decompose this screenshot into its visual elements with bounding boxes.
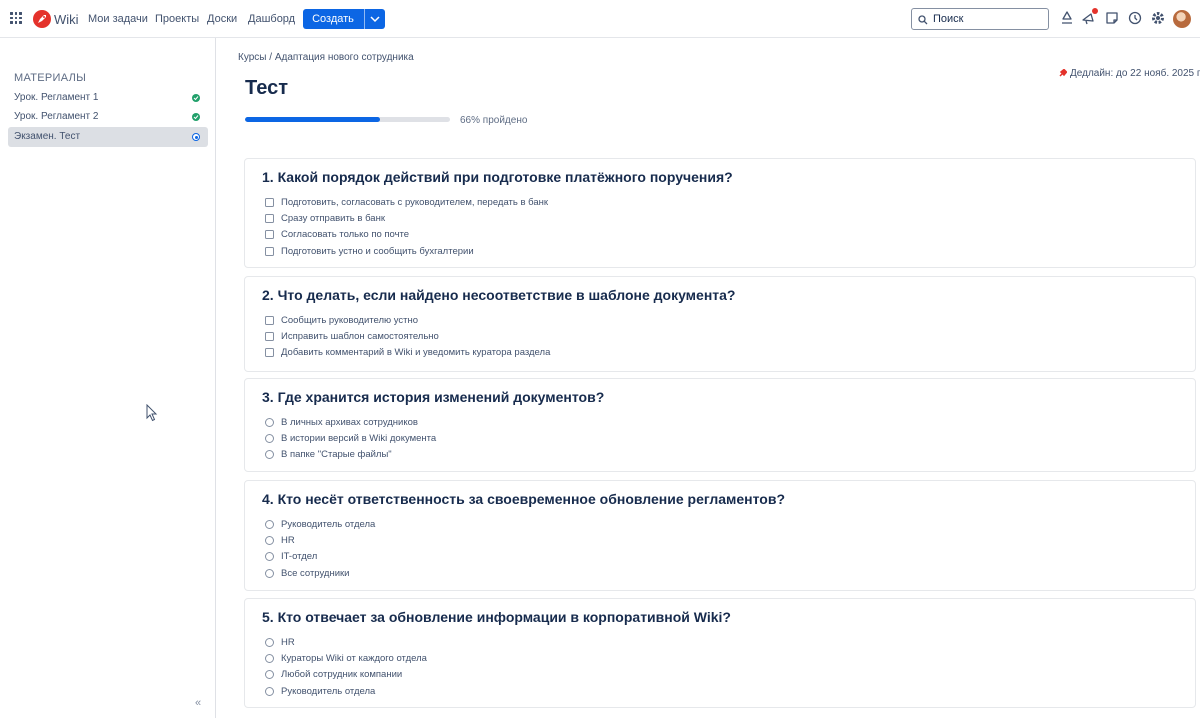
option-label: Руководитель отдела (281, 686, 376, 697)
avatar[interactable] (1173, 10, 1191, 28)
sidebar-item-label: Урок. Регламент 1 (14, 92, 99, 103)
radio-button[interactable] (265, 654, 274, 663)
checkbox[interactable] (265, 332, 274, 341)
radio-button[interactable] (265, 520, 274, 529)
check-circle-icon (192, 94, 200, 102)
radio-button[interactable] (265, 552, 274, 561)
option-label: Сразу отправить в банк (281, 213, 385, 224)
deadline-text: Дедлайн: до 22 нояб. 2025 г. (1070, 68, 1200, 79)
nav-projects[interactable]: Проекты (155, 13, 199, 25)
brand-name[interactable]: Wiki (54, 12, 79, 27)
radio-button[interactable] (265, 418, 274, 427)
option-label: Руководитель отдела (281, 519, 376, 530)
question-card: 1. Какой порядок действий при подготовке… (244, 158, 1196, 268)
option-label: Сообщить руководителю устно (281, 315, 419, 326)
option-label: IT-отдел (281, 551, 318, 562)
option-label: Кураторы Wiki от каждого отдела (281, 653, 427, 664)
notes-icon[interactable] (1104, 10, 1120, 26)
sidebar-item-lesson-2[interactable]: Урок. Регламент 2 (8, 107, 208, 127)
pin-icon (1059, 69, 1067, 77)
option-label: Согласовать только по почте (281, 229, 410, 240)
megaphone-icon[interactable] (1081, 8, 1098, 26)
question-title: 1. Какой порядок действий при подготовке… (262, 169, 733, 185)
option-label: В папке "Старые файлы" (281, 449, 392, 460)
question-card: 5. Кто отвечает за обновление информации… (244, 598, 1196, 708)
recycle-icon[interactable] (1059, 10, 1075, 26)
radio-button[interactable] (265, 536, 274, 545)
search-placeholder: Поиск (933, 13, 964, 25)
page-title: Тест (245, 77, 288, 99)
option-label: Добавить комментарий в Wiki и уведомить … (281, 347, 551, 358)
radio-button[interactable] (265, 569, 274, 578)
sidebar-title: МАТЕРИАЛЫ (14, 72, 87, 84)
breadcrumb: Курсы / Адаптация нового сотрудника (238, 52, 414, 63)
radio-button[interactable] (265, 687, 274, 696)
create-button-group: Создать (303, 9, 385, 29)
create-dropdown-button[interactable] (364, 9, 385, 29)
checkbox[interactable] (265, 230, 274, 239)
history-icon[interactable] (1127, 10, 1143, 26)
question-title: 3. Где хранится история изменений докуме… (262, 389, 605, 405)
option-label: Исправить шаблон самостоятельно (281, 331, 439, 342)
radio-button[interactable] (265, 434, 274, 443)
sidebar-item-lesson-1[interactable]: Урок. Регламент 1 (8, 88, 208, 108)
wiki-logo-icon[interactable] (33, 10, 51, 28)
nav-boards[interactable]: Доски (207, 13, 237, 25)
in-progress-icon (192, 133, 200, 141)
search-input[interactable]: Поиск (911, 8, 1049, 30)
create-button[interactable]: Создать (303, 9, 363, 29)
top-bar: Wiki Мои задачи Проекты Доски Дашборд Со… (0, 0, 1200, 38)
question-card: 3. Где хранится история изменений докуме… (244, 378, 1196, 472)
nav-my-tasks[interactable]: Мои задачи (88, 13, 148, 25)
radio-button[interactable] (265, 638, 274, 647)
radio-button[interactable] (265, 670, 274, 679)
checkbox[interactable] (265, 247, 274, 256)
sidebar-item-exam[interactable]: Экзамен. Тест (8, 127, 208, 147)
question-title: 4. Кто несёт ответственность за своеврем… (262, 491, 786, 507)
nav-dashboard[interactable]: Дашборд (248, 13, 295, 25)
question-title: 2. Что делать, если найдено несоответств… (262, 287, 736, 303)
question-card: 2. Что делать, если найдено несоответств… (244, 276, 1196, 372)
option-label: HR (281, 535, 295, 546)
checkbox[interactable] (265, 198, 274, 207)
sidebar-item-label: Урок. Регламент 2 (14, 111, 99, 122)
question-title: 5. Кто отвечает за обновление информации… (262, 609, 731, 625)
breadcrumb-separator: / (269, 52, 273, 63)
app-grid-icon[interactable] (10, 12, 22, 24)
collapse-sidebar-button[interactable]: « (195, 697, 201, 709)
progress-fill (245, 117, 381, 122)
option-label: HR (281, 637, 295, 648)
option-label: Все сотрудники (281, 568, 350, 579)
breadcrumb-course[interactable]: Адаптация нового сотрудника (275, 52, 414, 63)
sidebar-item-label: Экзамен. Тест (14, 131, 81, 142)
option-label: Подготовить, согласовать с руководителем… (281, 197, 549, 208)
progress-text: 66% пройдено (460, 115, 528, 126)
option-label: В истории версий в Wiki документа (281, 433, 437, 444)
radio-button[interactable] (265, 450, 274, 459)
notification-dot (1092, 8, 1098, 14)
deadline: Дедлайн: до 22 нояб. 2025 г. (1059, 68, 1200, 79)
check-circle-icon (192, 113, 200, 121)
checkbox[interactable] (265, 214, 274, 223)
option-label: Любой сотрудник компании (281, 669, 403, 680)
option-label: Подготовить устно и сообщить бухгалтерии (281, 246, 474, 257)
settings-icon[interactable] (1150, 10, 1166, 26)
search-icon (918, 15, 928, 25)
breadcrumb-courses[interactable]: Курсы (238, 52, 266, 63)
chevron-down-icon (370, 16, 380, 23)
checkbox[interactable] (265, 348, 274, 357)
sidebar: МАТЕРИАЛЫ Урок. Регламент 1 Урок. Реглам… (0, 38, 216, 718)
checkbox[interactable] (265, 316, 274, 325)
progress-bar (245, 117, 450, 122)
question-card: 4. Кто несёт ответственность за своеврем… (244, 480, 1196, 591)
mouse-pointer-icon (146, 404, 158, 422)
option-label: В личных архивах сотрудников (281, 417, 418, 428)
